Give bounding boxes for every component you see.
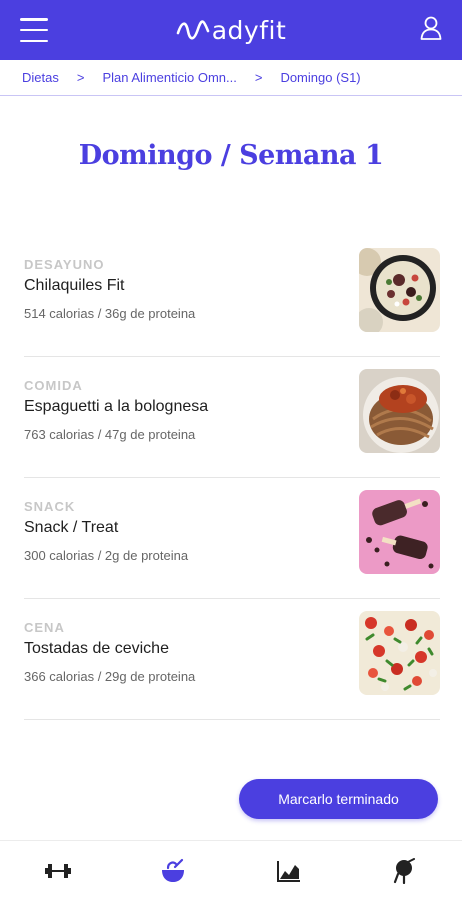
meal-type: COMIDA	[24, 378, 83, 393]
page-title: Domingo / Semana 1	[78, 140, 384, 171]
bowl-icon	[162, 858, 185, 882]
meal-item-desayuno[interactable]: DESAYUNO Chilaquiles Fit 514 calorias / …	[24, 236, 440, 357]
breadcrumb: Dietas > Plan Alimenticio Omn... > Domin…	[0, 60, 462, 96]
meal-type: DESAYUNO	[24, 257, 105, 272]
user-icon[interactable]	[420, 16, 442, 42]
nav-workouts[interactable]	[33, 851, 83, 891]
nav-progress[interactable]	[264, 851, 314, 891]
meal-list: DESAYUNO Chilaquiles Fit 514 calorias / …	[24, 236, 440, 720]
app-logo: adyfit	[176, 16, 287, 45]
meal-nutrition: 366 calorias / 29g de proteina	[24, 669, 196, 684]
meal-nutrition: 300 calorias / 2g de proteina	[24, 548, 189, 563]
meal-item-cena[interactable]: CENA Tostadas de ceviche 366 calorias / …	[24, 599, 440, 720]
meal-nutrition: 514 calorias / 36g de proteina	[24, 306, 196, 321]
ceviche-photo	[359, 611, 440, 695]
measure-icon	[394, 858, 416, 884]
spaghetti-photo	[359, 369, 440, 453]
meal-name: Snack / Treat	[24, 519, 119, 536]
dumbbell-icon	[44, 864, 71, 878]
breadcrumb-dietas[interactable]: Dietas	[22, 70, 59, 85]
meal-nutrition: 763 calorias / 47g de proteina	[24, 427, 196, 442]
chart-icon	[276, 861, 300, 882]
meal-item-comida[interactable]: COMIDA Espaguetti a la bolognesa 763 cal…	[24, 357, 440, 478]
logo-wave-icon	[176, 20, 210, 40]
chilaquiles-photo	[359, 248, 440, 332]
breadcrumb-separator: >	[254, 70, 263, 85]
breadcrumb-separator: >	[76, 70, 85, 85]
breadcrumb-current: Domingo (S1)	[280, 70, 361, 85]
nav-diets[interactable]	[148, 851, 198, 891]
chocolate-popsicle-photo	[359, 490, 440, 574]
mark-done-button[interactable]: Marcarlo terminado	[239, 779, 438, 819]
meal-name: Tostadas de ceviche	[24, 640, 169, 657]
meal-item-snack[interactable]: SNACK Snack / Treat 300 calorias / 2g de…	[24, 478, 440, 599]
nav-measurements[interactable]	[379, 851, 429, 891]
logo-text: adyfit	[211, 15, 287, 45]
hamburger-icon[interactable]	[20, 18, 48, 42]
meal-name: Espaguetti a la bolognesa	[24, 398, 209, 415]
top-app-bar: adyfit	[0, 0, 462, 60]
meal-type: SNACK	[24, 499, 76, 514]
bottom-nav	[0, 840, 462, 901]
meal-type: CENA	[24, 620, 65, 635]
breadcrumb-plan[interactable]: Plan Alimenticio Omn...	[102, 70, 236, 85]
meal-name: Chilaquiles Fit	[24, 277, 125, 294]
